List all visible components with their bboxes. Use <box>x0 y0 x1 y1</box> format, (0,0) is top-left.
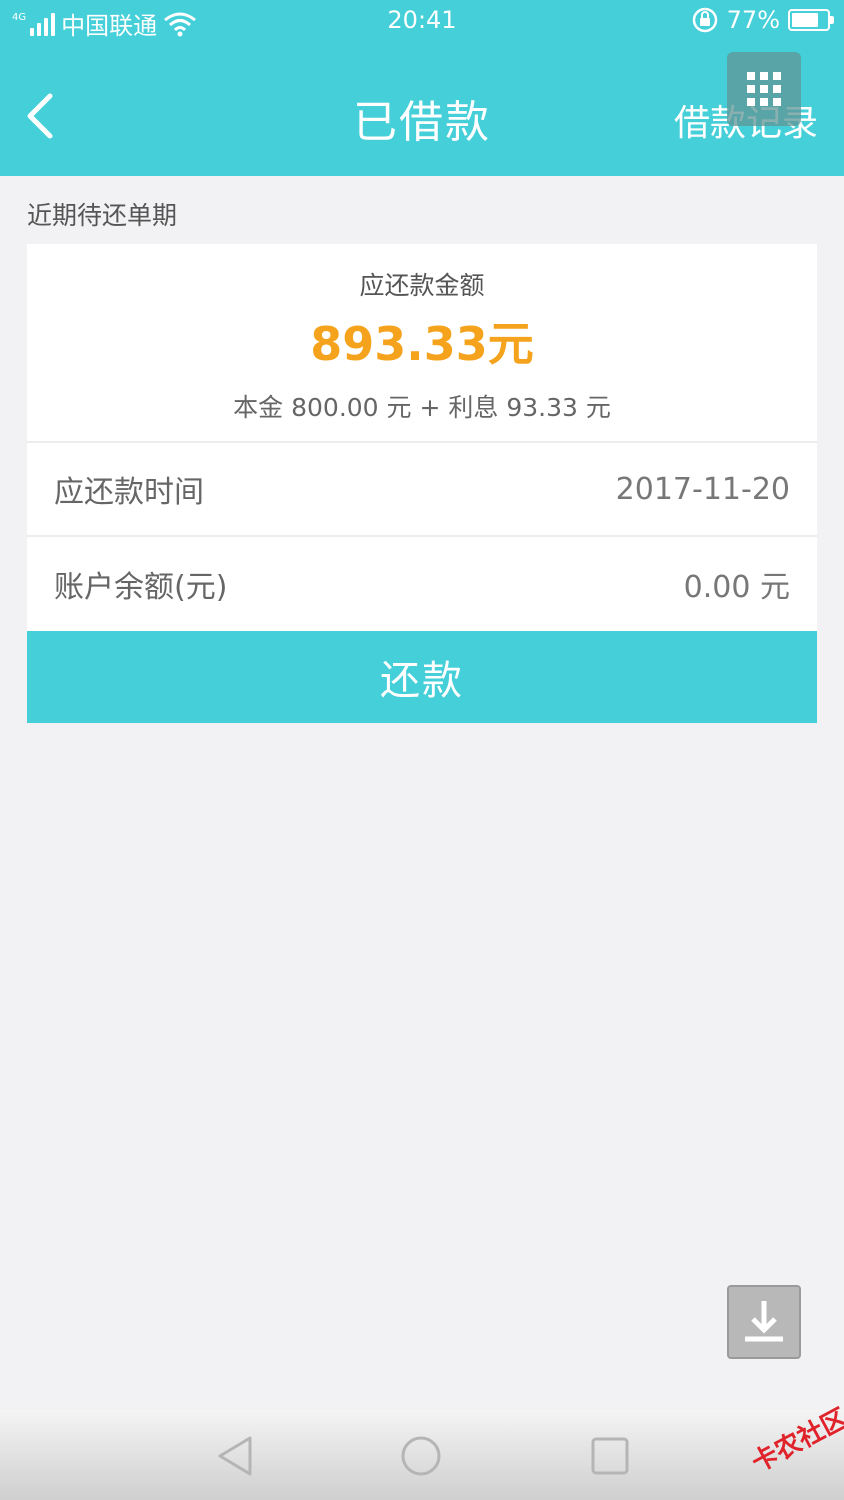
status-bar: 4G 中国联通 20:41 77% <box>0 0 844 44</box>
amount-value: 893.33元 <box>310 317 534 371</box>
repay-button[interactable]: 还款 <box>27 631 817 723</box>
nav-back-icon[interactable] <box>214 1434 258 1478</box>
amount-summary: 应还款金额 893.33元 本金 800.00 元 + 利息 93.33 元 <box>27 244 817 443</box>
floating-grid-menu-button[interactable] <box>727 52 801 126</box>
battery-percent: 77% <box>726 6 780 34</box>
lock-rotation-icon <box>692 7 717 33</box>
amount-label: 应还款金额 <box>359 271 485 300</box>
account-balance-row: 账户余额(元) 0.00 元 <box>27 537 817 631</box>
amount-detail: 本金 800.00 元 + 利息 93.33 元 <box>233 393 611 422</box>
battery-fill <box>792 13 819 27</box>
status-right: 77% <box>691 6 834 34</box>
account-balance-label: 账户余额(元) <box>54 570 228 605</box>
system-nav-bar <box>0 1410 844 1500</box>
battery-icon <box>788 9 834 31</box>
download-icon <box>745 1301 783 1342</box>
repayment-card: 应还款金额 893.33元 本金 800.00 元 + 利息 93.33 元 应… <box>27 244 817 631</box>
section-label: 近期待还单期 <box>27 201 178 230</box>
app-header: 4G 中国联通 20:41 77% 已借款 <box>0 0 844 176</box>
nav-home-icon[interactable] <box>399 1434 443 1478</box>
due-date-row: 应还款时间 2017-11-20 <box>27 443 817 537</box>
due-date-label: 应还款时间 <box>54 475 204 510</box>
due-date-value: 2017-11-20 <box>615 471 790 507</box>
nav-recent-icon[interactable] <box>588 1434 632 1478</box>
grid-menu-icon <box>747 72 781 106</box>
floating-download-button[interactable] <box>727 1285 801 1359</box>
account-balance-value: 0.00 元 <box>683 570 790 605</box>
